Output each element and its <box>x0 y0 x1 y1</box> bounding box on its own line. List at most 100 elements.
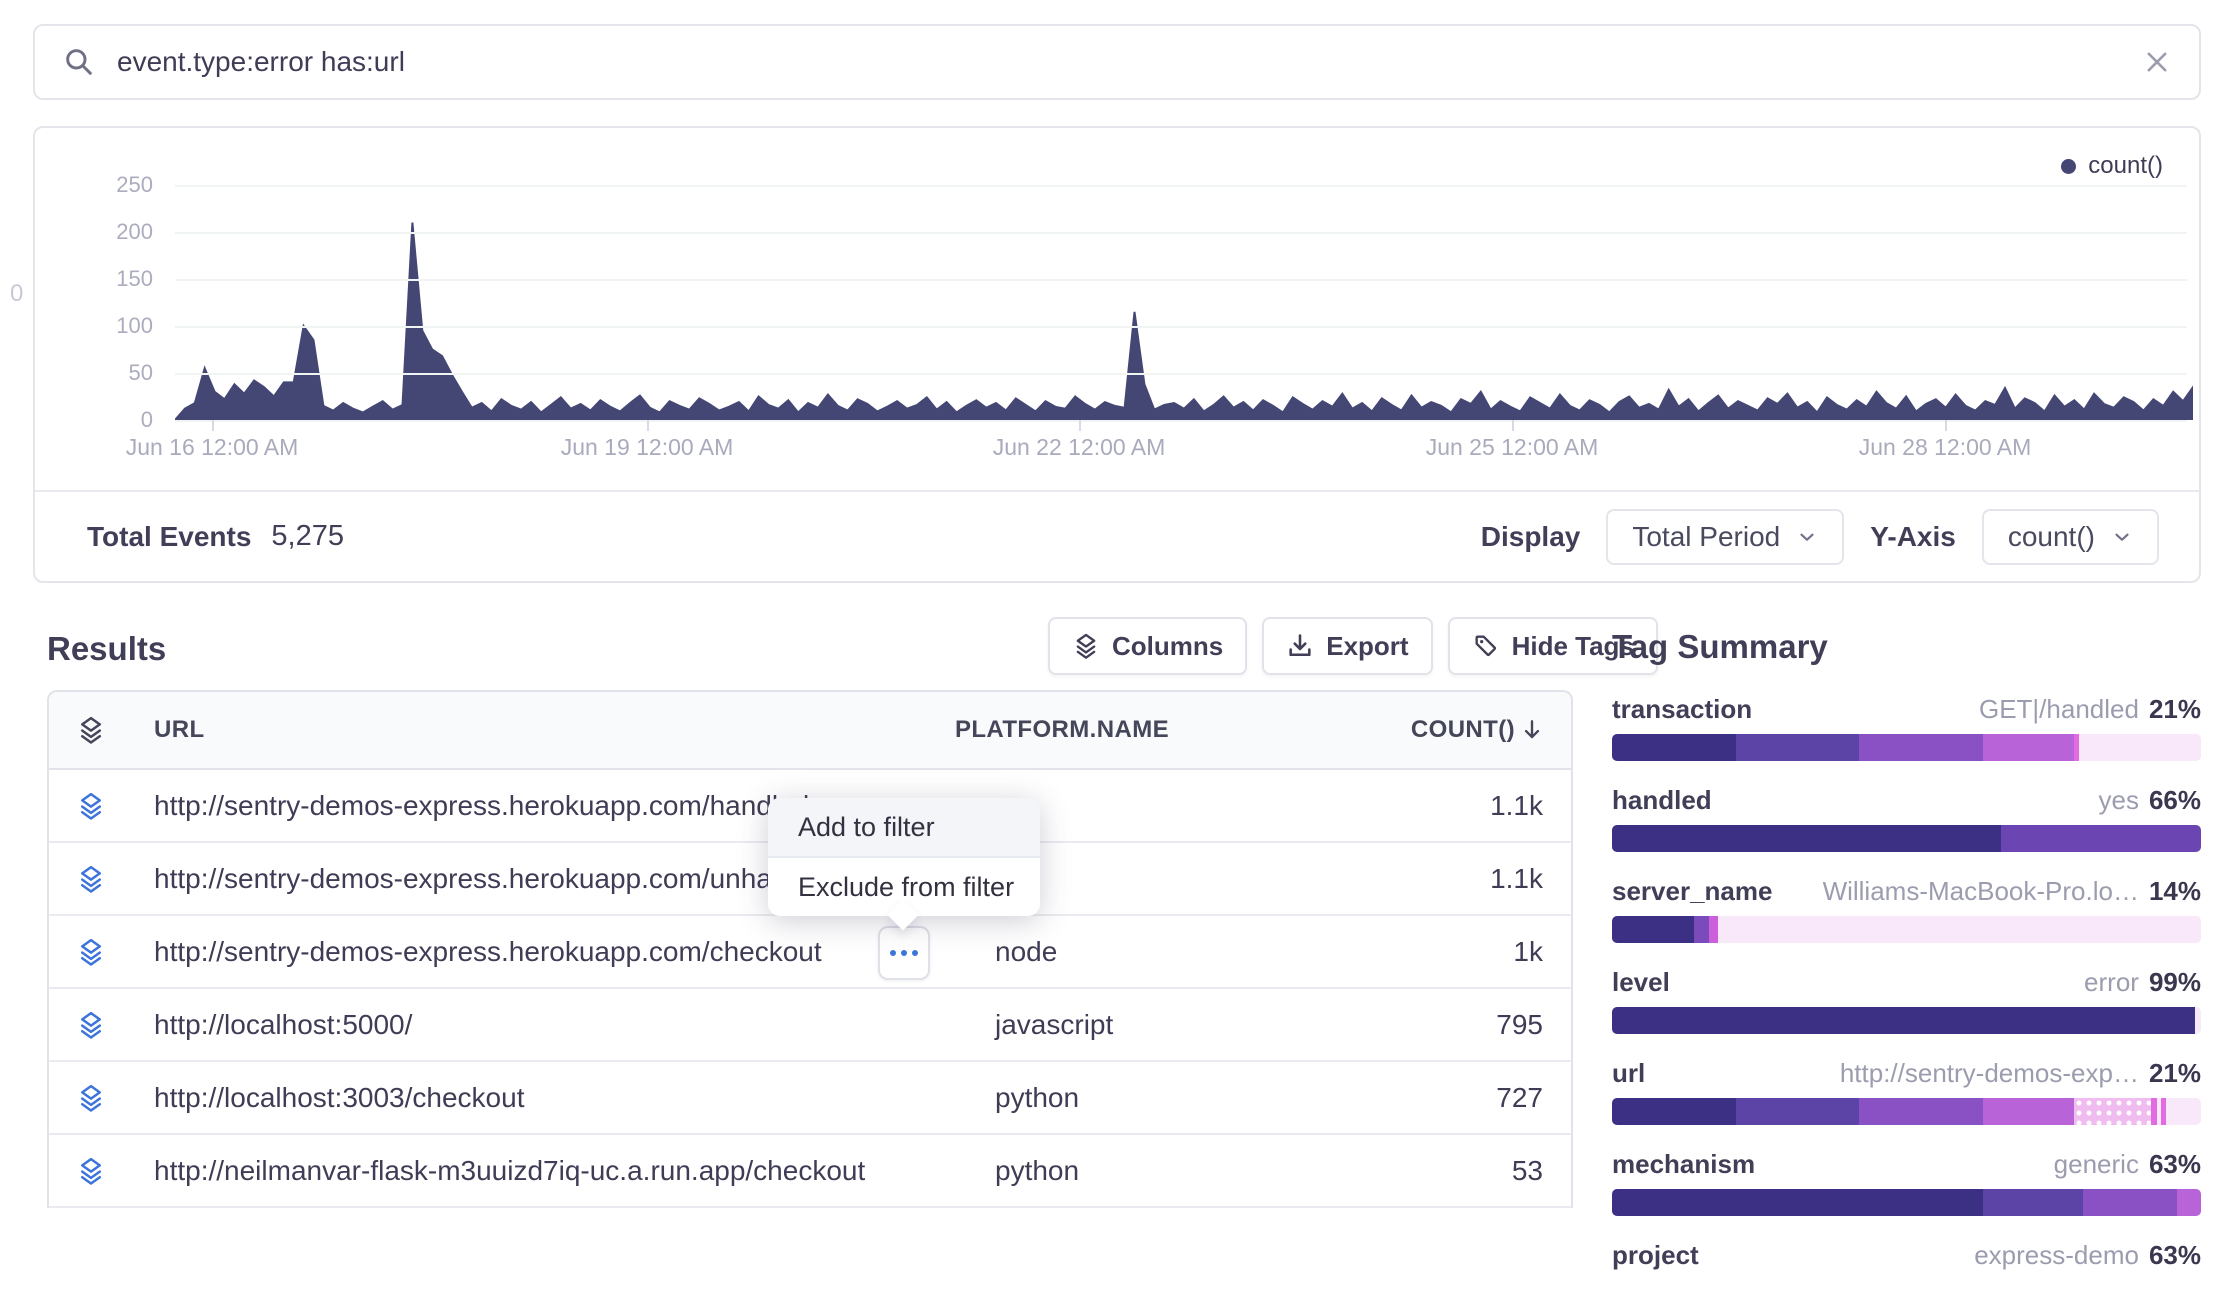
legend-label: count() <box>2088 152 2163 180</box>
row-url[interactable]: http://localhost:3003/checkout <box>125 1082 877 1114</box>
table-row[interactable]: http://localhost:3003/checkout python 72… <box>49 1062 1571 1135</box>
y-axis-select[interactable]: count() <box>1982 509 2159 565</box>
column-header-count[interactable]: COUNT() <box>1247 716 1571 744</box>
ellipsis-icon <box>901 950 907 956</box>
stack-icon <box>57 1156 125 1186</box>
row-count: 1.1k <box>1247 790 1571 822</box>
stack-icon <box>57 1083 125 1113</box>
tag-top-value: http://sentry-demos-exp… <box>1840 1058 2139 1088</box>
tag-percentage: 21% <box>2149 1058 2201 1088</box>
results-table: URL PLATFORM.NAME COUNT() http://sentry-… <box>47 690 1573 1208</box>
tag-bar[interactable] <box>1612 1007 2201 1034</box>
chart-area[interactable]: 250200150100500Jun 16 12:00 AMJun 19 12:… <box>35 128 2199 490</box>
tag-icon <box>1472 632 1500 660</box>
row-url[interactable]: http://sentry-demos-express.herokuapp.co… <box>125 863 877 895</box>
tag-top-value: express-demo <box>1974 1240 2139 1270</box>
events-chart-panel: 250200150100500Jun 16 12:00 AMJun 19 12:… <box>33 126 2201 583</box>
tag-percentage: 99% <box>2149 967 2201 997</box>
columns-button[interactable]: Columns <box>1048 617 1247 675</box>
y-axis-tick-label: 250 <box>35 172 153 198</box>
stack-icon <box>57 1010 125 1040</box>
tag-top-value: generic <box>2054 1149 2139 1179</box>
y-axis-tick-label: 100 <box>35 313 153 339</box>
stack-icon <box>57 791 125 821</box>
display-select-value: Total Period <box>1632 521 1780 553</box>
gridline <box>175 185 2187 187</box>
search-input[interactable] <box>115 45 2123 79</box>
close-icon[interactable] <box>2143 48 2171 76</box>
export-button[interactable]: Export <box>1262 617 1432 675</box>
row-count: 1k <box>1247 936 1571 968</box>
x-axis-tick-label: Jun 22 12:00 AM <box>959 434 1199 461</box>
tag-percentage: 63% <box>2149 1240 2201 1270</box>
export-icon <box>1286 632 1314 660</box>
tag-item: url http://sentry-demos-exp… 21% <box>1612 1058 2201 1125</box>
tag-percentage: 21% <box>2149 694 2201 724</box>
export-button-label: Export <box>1326 631 1408 662</box>
tag-top-value: yes <box>2098 785 2138 815</box>
table-header-row: URL PLATFORM.NAME COUNT() <box>49 692 1571 770</box>
tag-name: level <box>1612 967 1670 997</box>
tag-name: mechanism <box>1612 1149 1755 1179</box>
stack-icon <box>57 715 125 745</box>
chevron-down-icon <box>1796 526 1818 548</box>
y-axis-tick-label: 150 <box>35 266 153 292</box>
x-axis-tick-label: Jun 28 12:00 AM <box>1825 434 2065 461</box>
tag-item: mechanism generic 63% <box>1612 1149 2201 1216</box>
row-platform: node <box>877 936 1247 968</box>
tag-bar[interactable] <box>1612 825 2201 852</box>
x-axis-tick <box>647 420 649 431</box>
tag-bar[interactable] <box>1612 1189 2201 1216</box>
x-axis-tick <box>212 420 214 431</box>
table-row[interactable]: http://sentry-demos-express.herokuapp.co… <box>49 916 1571 989</box>
x-axis-tick-label: Jun 16 12:00 AM <box>92 434 332 461</box>
row-count: 727 <box>1247 1082 1571 1114</box>
row-url[interactable]: http://sentry-demos-express.herokuapp.co… <box>125 790 877 822</box>
row-url[interactable]: http://localhost:5000/ <box>125 1009 877 1041</box>
tag-bar[interactable] <box>1612 734 2201 761</box>
x-axis-tick <box>1079 420 1081 431</box>
y-axis-label: Y-Axis <box>1870 521 1956 553</box>
total-events-label: Total Events <box>87 521 251 553</box>
stack-icon <box>57 937 125 967</box>
gridline <box>175 326 2187 328</box>
tag-bar[interactable] <box>1612 916 2201 943</box>
x-axis-tick-label: Jun 25 12:00 AM <box>1392 434 1632 461</box>
table-row[interactable]: http://neilmanvar-flask-m3uuizd7iq-uc.a.… <box>49 1135 1571 1208</box>
chart-legend[interactable]: count() <box>2061 152 2163 180</box>
stack-icon <box>1072 632 1100 660</box>
tag-name: project <box>1612 1240 1699 1270</box>
tag-percentage: 14% <box>2149 876 2201 906</box>
tag-top-value: GET|/handled <box>1979 694 2139 724</box>
y-axis-tick-label: 50 <box>35 360 153 386</box>
cell-actions-button[interactable] <box>878 926 930 980</box>
row-platform: javascript <box>877 1009 1247 1041</box>
row-url[interactable]: http://sentry-demos-express.herokuapp.co… <box>125 936 877 968</box>
column-header-platform[interactable]: PLATFORM.NAME <box>877 716 1247 744</box>
row-url[interactable]: http://neilmanvar-flask-m3uuizd7iq-uc.a.… <box>125 1155 877 1187</box>
tag-name: server_name <box>1612 876 1772 906</box>
tag-item: handled yes 66% <box>1612 785 2201 852</box>
y-axis-tick-label: 200 <box>35 219 153 245</box>
column-header-url[interactable]: URL <box>125 716 877 744</box>
display-select[interactable]: Total Period <box>1606 509 1844 565</box>
tag-bar[interactable] <box>1612 1098 2201 1125</box>
y-axis-select-value: count() <box>2008 521 2095 553</box>
context-menu-item[interactable]: Add to filter <box>768 798 1040 858</box>
tag-list: transaction GET|/handled 21% handled yes… <box>1612 694 2201 1270</box>
results-heading: Results <box>47 630 166 668</box>
tag-item: transaction GET|/handled 21% <box>1612 694 2201 761</box>
search-icon <box>63 46 95 78</box>
tag-item: server_name Williams-MacBook-Pro.lo… 14% <box>1612 876 2201 943</box>
tag-percentage: 66% <box>2149 785 2201 815</box>
chart-svg <box>175 178 2193 420</box>
tag-name: handled <box>1612 785 1712 815</box>
edge-artifact-zero: 0 <box>10 280 23 308</box>
tag-top-value: error <box>2084 967 2139 997</box>
table-row[interactable]: http://localhost:5000/ javascript 795 <box>49 989 1571 1062</box>
tag-item: project express-demo 63% <box>1612 1240 2201 1270</box>
gridline <box>175 420 2187 422</box>
y-axis-tick-label: 0 <box>35 407 153 433</box>
row-platform: python <box>877 1155 1247 1187</box>
count-header-label: COUNT() <box>1411 716 1515 744</box>
